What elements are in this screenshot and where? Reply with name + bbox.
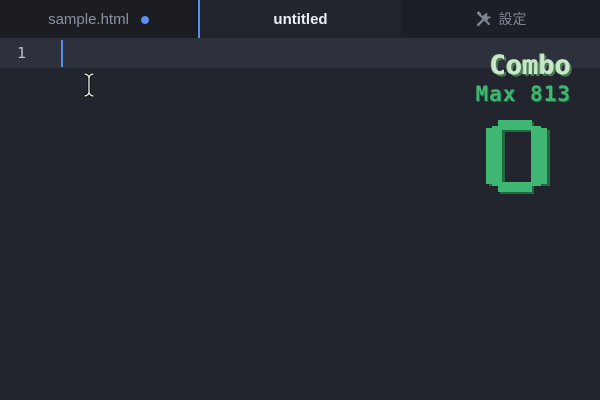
tab-bar: sample.html untitled 設定 — [0, 0, 600, 38]
tab-untitled[interactable]: untitled — [198, 0, 401, 38]
line-number: 1 — [17, 44, 27, 62]
combo-title: Combo — [489, 50, 571, 81]
tab-sample-html[interactable]: sample.html — [0, 0, 198, 38]
tools-icon — [476, 11, 491, 27]
combo-count-value: 0 — [472, 118, 473, 119]
unsaved-dot-icon — [140, 15, 149, 24]
combo-count: 0 — [472, 118, 550, 194]
tab-settings[interactable]: 設定 — [401, 0, 600, 38]
tab-label: 設定 — [498, 11, 527, 27]
tab-label: untitled — [273, 10, 328, 28]
ibeam-cursor-icon — [83, 72, 95, 98]
combo-max-label: Max 813 — [475, 82, 571, 106]
code-editor[interactable]: 1 Combo Max 813 0 — [0, 38, 600, 400]
text-caret — [61, 40, 63, 67]
editor-window: sample.html untitled 設定 1 Combo Max 813 — [0, 0, 600, 400]
tab-label: sample.html — [48, 10, 129, 28]
